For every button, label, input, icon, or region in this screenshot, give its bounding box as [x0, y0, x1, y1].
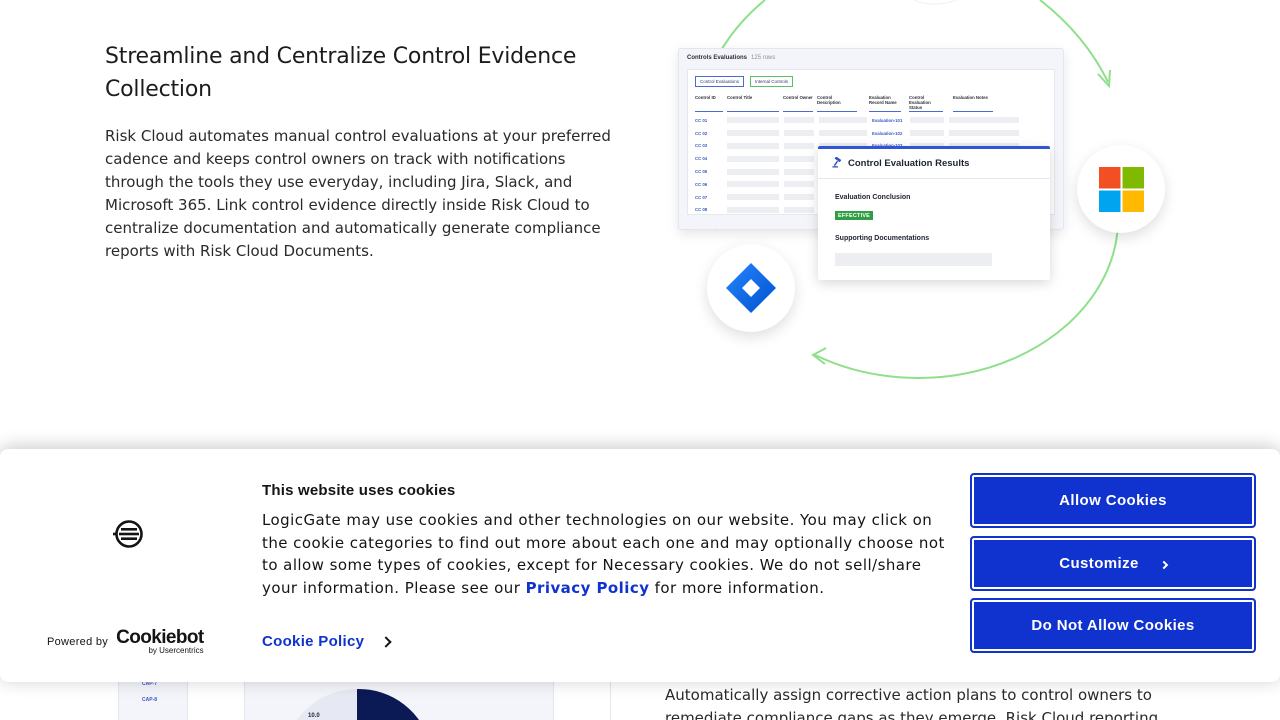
document-placeholder	[835, 253, 992, 266]
table-count: 125 rows	[751, 55, 776, 61]
chevron-right-icon	[1159, 560, 1168, 569]
evidence-illustration: Controls Evaluations 125 rows Control Eva…	[660, 0, 1220, 400]
cap-description: Automatically assign corrective action p…	[665, 686, 1159, 720]
tab-control-evaluations: Control Evaluations	[695, 76, 745, 87]
customize-label: Customize	[1059, 555, 1139, 572]
tab-internal-controls: Internal Controls	[750, 76, 794, 87]
results-title: Control Evaluation Results	[848, 158, 970, 169]
cap-label: CAP-8	[142, 697, 158, 703]
cookiebot-branding[interactable]: Powered by Cookiebot by Usercentrics	[47, 627, 204, 655]
chevron-right-icon	[380, 635, 392, 648]
cookiebot-logo: Cookiebot	[116, 627, 204, 648]
cookie-banner-text: LogicGate may use cookies and other tech…	[262, 511, 945, 597]
customize-button[interactable]: Customize	[970, 536, 1256, 591]
feature-description: Risk Cloud automates manual control eval…	[105, 127, 611, 260]
table-header: Control ID Control Title Control Owner C…	[688, 87, 1054, 112]
table-title: Controls Evaluations	[687, 55, 748, 61]
cookie-banner: Powered by Cookiebot by Usercentrics Thi…	[0, 449, 1280, 682]
feature-title: Streamline and Centralize Control Eviden…	[105, 44, 577, 102]
cookie-policy-label: Cookie Policy	[262, 633, 365, 650]
gavel-icon	[832, 156, 843, 170]
evaluation-results-card: Control Evaluation Results Evaluation Co…	[818, 146, 1050, 280]
donut-value: 10.0	[308, 713, 320, 719]
allow-cookies-button[interactable]: Allow Cookies	[970, 473, 1256, 528]
table-row: CC 02 Evaluation-102	[695, 127, 1047, 140]
status-badge: EFFECTIVE	[835, 211, 874, 220]
supporting-docs-label: Supporting Documentations	[835, 235, 930, 242]
powered-by-label: Powered by	[47, 636, 109, 648]
table-row: CC 01 Evaluation-101	[695, 114, 1047, 127]
cookie-policy-link[interactable]: Cookie Policy	[262, 633, 392, 650]
jira-icon	[707, 244, 795, 332]
logicgate-logo-icon	[113, 518, 145, 550]
conclusion-label: Evaluation Conclusion	[835, 194, 911, 201]
privacy-policy-link[interactable]: Privacy Policy	[526, 579, 650, 597]
deny-cookies-button[interactable]: Do Not Allow Cookies	[970, 598, 1256, 653]
donut-chart	[297, 688, 419, 720]
microsoft-icon	[1077, 145, 1165, 233]
cookie-banner-title: This website uses cookies	[262, 482, 456, 499]
